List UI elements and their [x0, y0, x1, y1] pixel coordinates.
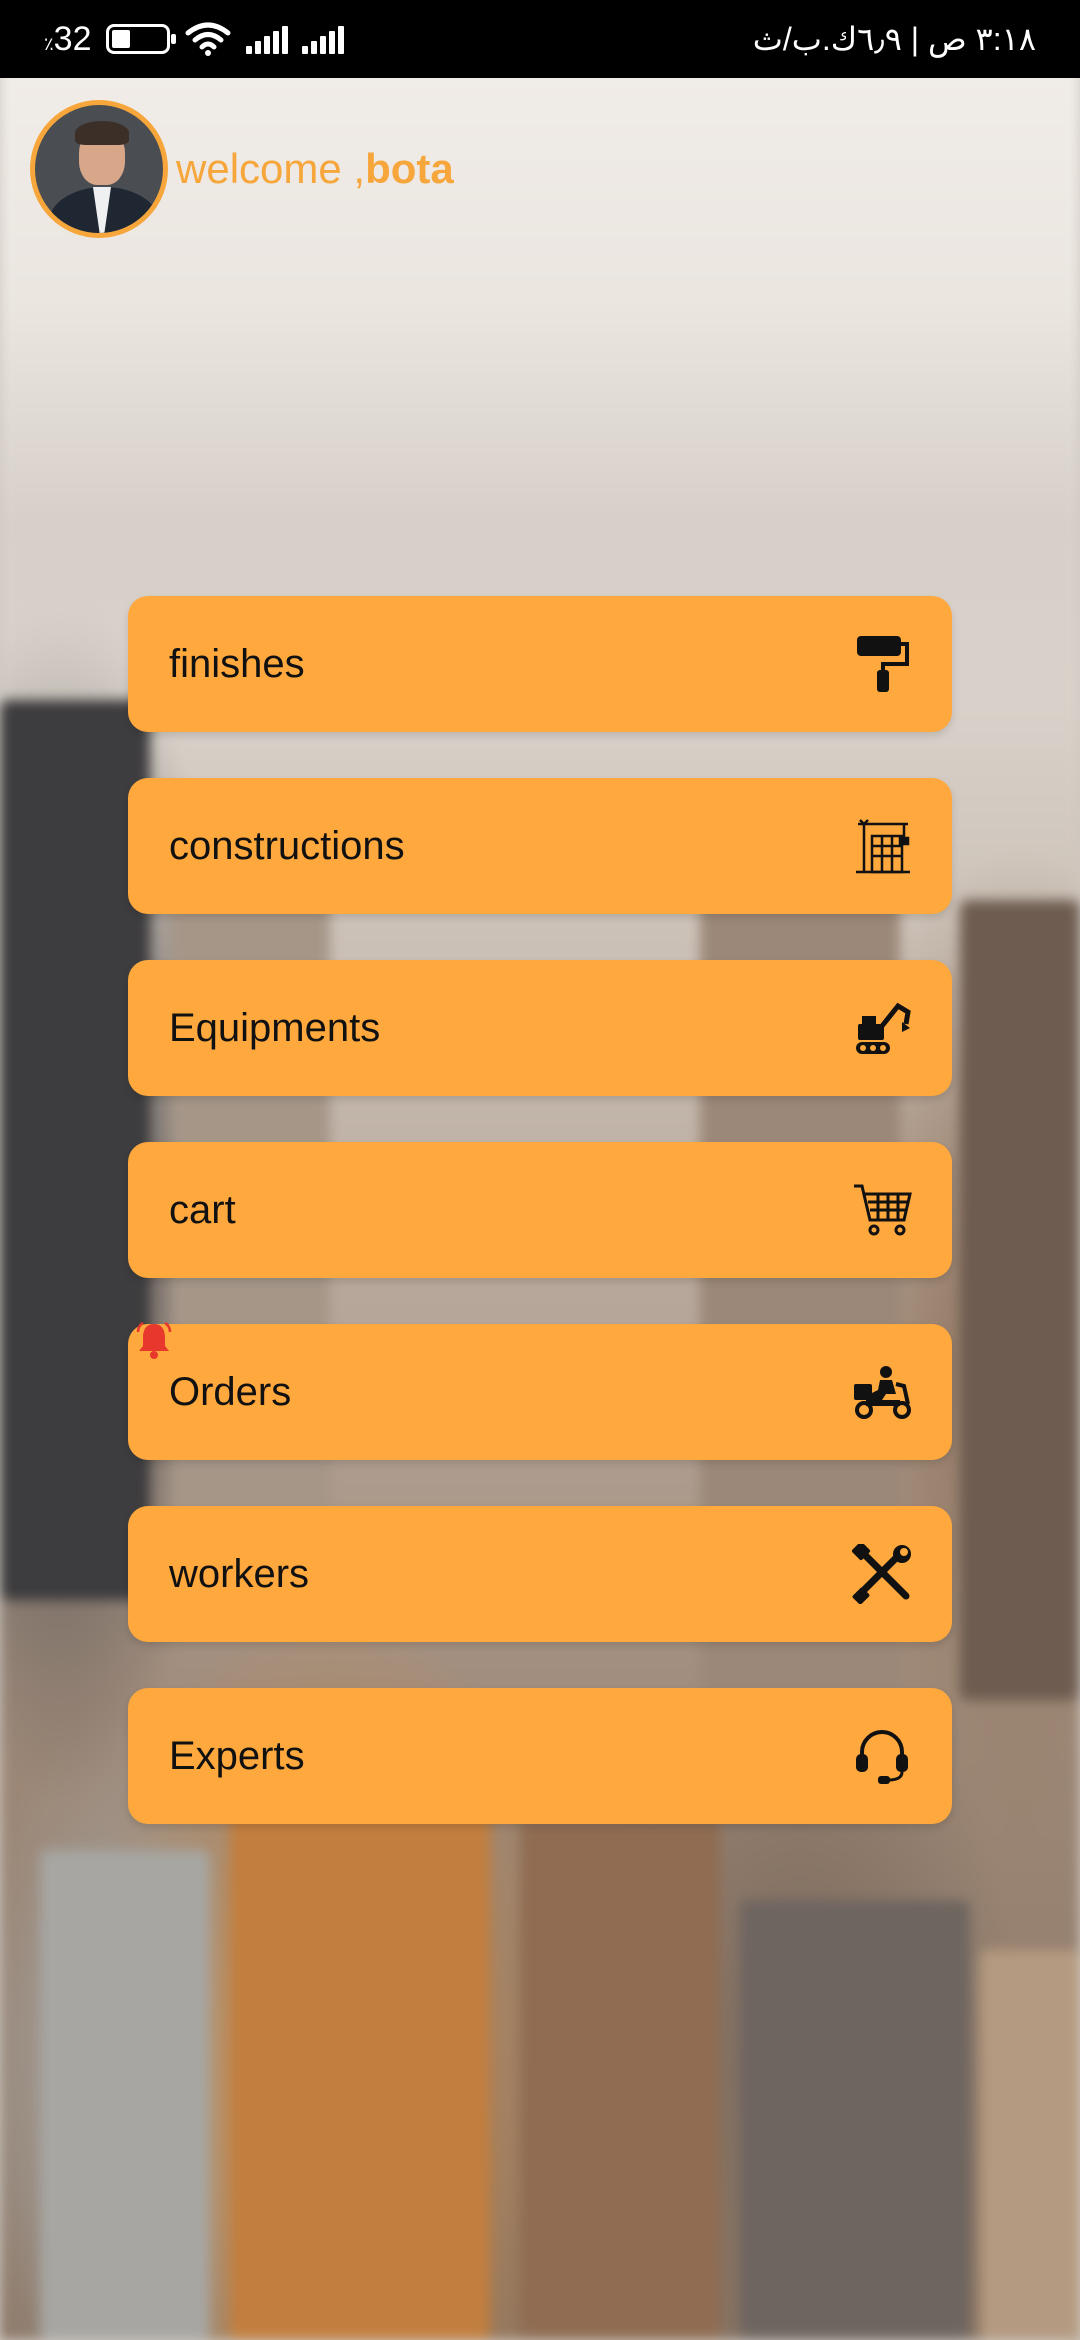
tools-icon — [852, 1544, 912, 1604]
welcome-label: welcome , — [176, 145, 366, 192]
status-icons: ٪32 — [44, 20, 344, 59]
battery-icon — [105, 24, 176, 54]
headset-icon — [852, 1726, 912, 1786]
menu-item-label: Orders — [169, 1369, 292, 1414]
bell-icon — [136, 1321, 172, 1359]
status-time-speed: ٣:١٨ ص | ٦٫٩ك.ب/ث — [752, 21, 1036, 57]
main-menu: finishes constructions Equipments cart O… — [128, 596, 952, 1870]
menu-item-label: Experts — [169, 1733, 305, 1778]
username: bota — [365, 145, 454, 192]
status-bar: ٪32 ٣:١٨ ص | ٦٫٩ك.ب/ث — [0, 0, 1080, 78]
shopping-cart-icon — [852, 1180, 912, 1240]
delivery-scooter-icon — [852, 1362, 912, 1422]
menu-item-label: finishes — [169, 641, 305, 686]
avatar[interactable] — [30, 100, 168, 238]
wifi-icon — [185, 22, 230, 56]
signal-icon — [245, 24, 288, 54]
menu-item-workers[interactable]: workers — [128, 1506, 952, 1642]
signal-icon — [301, 24, 344, 54]
menu-item-cart[interactable]: cart — [128, 1142, 952, 1278]
menu-item-label: cart — [169, 1187, 236, 1232]
menu-item-label: Equipments — [169, 1005, 381, 1050]
menu-item-finishes[interactable]: finishes — [128, 596, 952, 732]
header: welcome ,bota — [30, 100, 454, 238]
building-crane-icon — [852, 816, 912, 876]
menu-item-experts[interactable]: Experts — [128, 1688, 952, 1824]
welcome-text: welcome ,bota — [176, 145, 454, 193]
menu-item-equipments[interactable]: Equipments — [128, 960, 952, 1096]
menu-item-label: constructions — [169, 823, 405, 868]
excavator-icon — [852, 998, 912, 1058]
menu-item-label: workers — [169, 1551, 310, 1596]
menu-item-orders[interactable]: Orders — [128, 1321, 952, 1460]
battery-percent: ٪32 — [44, 19, 92, 58]
menu-item-constructions[interactable]: constructions — [128, 778, 952, 914]
paint-roller-icon — [852, 634, 912, 694]
